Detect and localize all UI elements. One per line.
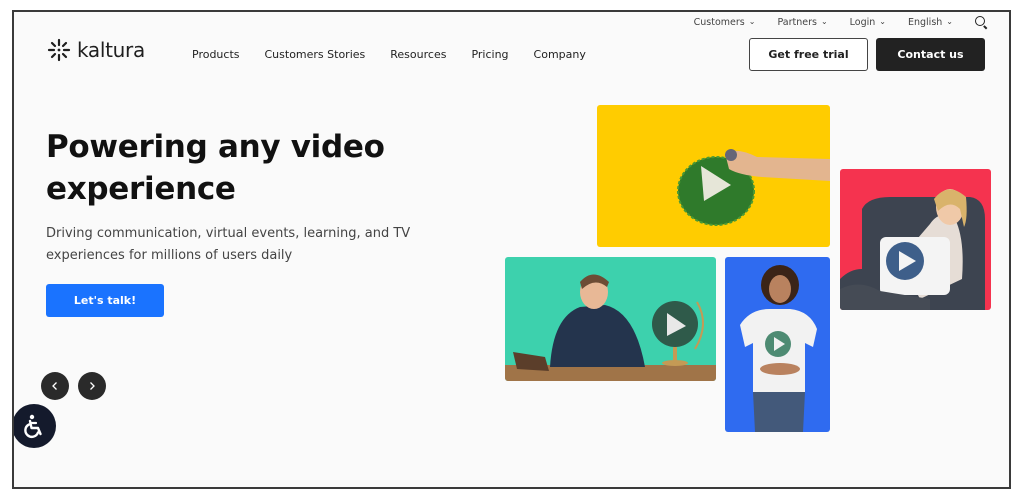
browser-frame: Customers ⌄ Partners ⌄ Login ⌄ English ⌄: [12, 10, 1011, 489]
topbar-partners-label: Partners: [777, 16, 817, 28]
carousel-next-button[interactable]: [78, 372, 106, 400]
topbar-language[interactable]: English ⌄: [908, 17, 953, 28]
chevron-down-icon: ⌄: [748, 16, 756, 26]
nav-pricing[interactable]: Pricing: [471, 48, 508, 61]
carousel-prev-button[interactable]: [41, 372, 69, 400]
topbar-language-label: English: [907, 16, 943, 28]
topbar-login-label: Login: [849, 16, 876, 28]
logo-wordmark: kaltura: [77, 38, 145, 62]
kaltura-burst-icon: [47, 38, 71, 62]
chevron-down-icon: ⌄: [946, 16, 953, 26]
nav-customers-stories[interactable]: Customers Stories: [265, 48, 366, 61]
topbar-partners[interactable]: Partners ⌄: [777, 17, 827, 28]
contact-us-button[interactable]: Contact us: [876, 38, 985, 71]
chevron-down-icon: ⌄: [820, 16, 828, 26]
chevron-right-icon: [90, 382, 95, 390]
hand-drawing-play-tile: [597, 105, 830, 247]
chevron-left-icon: [52, 382, 57, 390]
man-desk-globe-tile: [505, 257, 716, 381]
nav-company[interactable]: Company: [534, 48, 586, 61]
get-free-trial-button[interactable]: Get free trial: [749, 38, 868, 71]
woman-tshirt-tile: [725, 257, 830, 432]
nav-products[interactable]: Products: [192, 48, 240, 61]
kaltura-logo[interactable]: kaltura: [47, 38, 145, 62]
chevron-down-icon: ⌄: [879, 16, 886, 26]
hero-subtitle: Driving communication, virtual events, l…: [46, 226, 411, 263]
accessibility-icon: [24, 414, 42, 439]
accessibility-button[interactable]: [14, 404, 56, 448]
topbar-customers[interactable]: Customers ⌄: [694, 17, 756, 28]
nav-resources[interactable]: Resources: [390, 48, 446, 61]
hero-title: Powering any video experience: [46, 129, 385, 207]
main-nav: Products Customers Stories Resources Pri…: [192, 48, 586, 61]
topbar-login[interactable]: Login ⌄: [850, 17, 886, 28]
search-icon[interactable]: [975, 16, 987, 28]
utility-bar: Customers ⌄ Partners ⌄ Login ⌄ English ⌄: [694, 16, 987, 28]
woman-armchair-tile: [840, 169, 991, 310]
lets-talk-button[interactable]: Let's talk!: [46, 284, 164, 317]
topbar-customers-label: Customers: [693, 16, 745, 28]
